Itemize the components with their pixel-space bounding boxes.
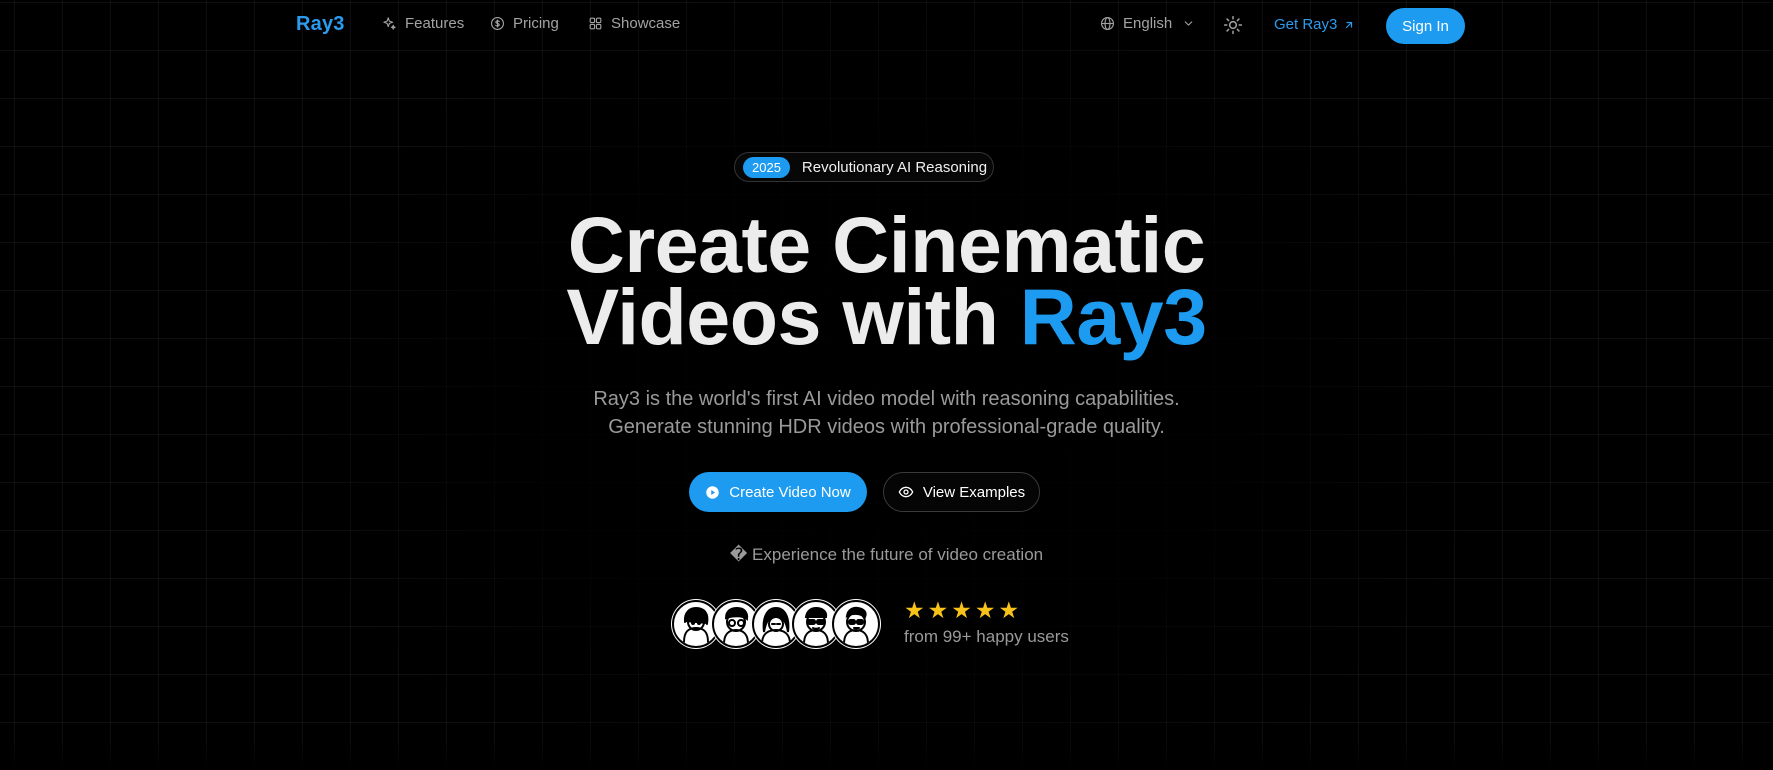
sparkles-icon	[383, 17, 396, 30]
hero-headline: Create Cinematic Videos with Ray3	[0, 205, 1773, 356]
view-examples-label: View Examples	[922, 483, 1026, 501]
happy-users-text: from 99+ happy users	[904, 627, 1069, 646]
sun-icon	[1223, 15, 1243, 35]
landing-page: Ray3 Features Pricing Showcase English G…	[0, 0, 1773, 770]
nav-link-pricing-label: Pricing	[513, 15, 559, 32]
globe-icon	[1101, 17, 1114, 30]
language-label: English	[1123, 15, 1173, 32]
hero-tagline: � Experience the future of video creatio…	[729, 545, 1044, 564]
headline-line-2: Videos with	[566, 272, 999, 361]
badge-year: 2025	[743, 156, 790, 178]
announcement-badge: 2025 Revolutionary AI Reasoning	[734, 152, 994, 182]
nav-link-showcase[interactable]: Showcase	[588, 15, 680, 32]
rating-stars: ★ ★ ★ ★ ★	[904, 597, 1069, 623]
nav-link-pricing[interactable]: Pricing	[490, 15, 559, 32]
create-video-label: Create Video Now	[729, 483, 851, 501]
view-examples-button[interactable]: View Examples	[883, 472, 1040, 512]
grid-icon	[589, 17, 602, 30]
sign-in-button[interactable]: Sign In	[1386, 8, 1465, 44]
user-face-icon	[843, 606, 869, 645]
subtitle-line-1: Ray3 is the world's first AI video model…	[593, 388, 1180, 410]
nav-link-features-label: Features	[405, 15, 465, 32]
user-rating: ★ ★ ★ ★ ★ from 99+ happy users	[904, 597, 1069, 647]
star-icon: ★	[998, 597, 1020, 623]
eye-icon	[898, 486, 914, 498]
badge-text: Revolutionary AI Reasoning	[801, 158, 988, 176]
headline-accent: Ray3	[1019, 272, 1207, 361]
nav-link-showcase-label: Showcase	[611, 15, 681, 32]
create-video-button[interactable]: Create Video Now	[689, 472, 867, 512]
avatar	[832, 600, 880, 648]
star-icon: ★	[951, 597, 972, 623]
chevron-down-icon	[1184, 21, 1193, 26]
subtitle-line-2: Generate stunning HDR videos with profes…	[608, 416, 1165, 438]
arrow-up-right-icon	[1346, 21, 1353, 28]
top-navigation: Ray3 Features Pricing Showcase English G…	[0, 0, 1773, 52]
play-circle-icon	[706, 485, 720, 499]
nav-link-features[interactable]: Features	[382, 15, 464, 32]
get-ray3-link[interactable]: Get Ray3	[1274, 16, 1355, 33]
logo[interactable]: Ray3	[296, 13, 345, 36]
star-icon: ★	[904, 597, 925, 623]
dollar-circle-icon	[491, 17, 504, 30]
star-icon: ★	[974, 597, 996, 623]
user-avatars	[672, 600, 882, 648]
theme-toggle-button[interactable]	[1223, 15, 1243, 35]
hero-section: 2025 Revolutionary AI Reasoning Create C…	[0, 0, 1773, 770]
get-ray3-label: Get Ray3	[1274, 16, 1338, 33]
language-selector[interactable]: English	[1100, 15, 1195, 32]
star-icon: ★	[927, 597, 949, 623]
hero-subtitle: Ray3 is the world's first AI video model…	[0, 385, 1773, 441]
